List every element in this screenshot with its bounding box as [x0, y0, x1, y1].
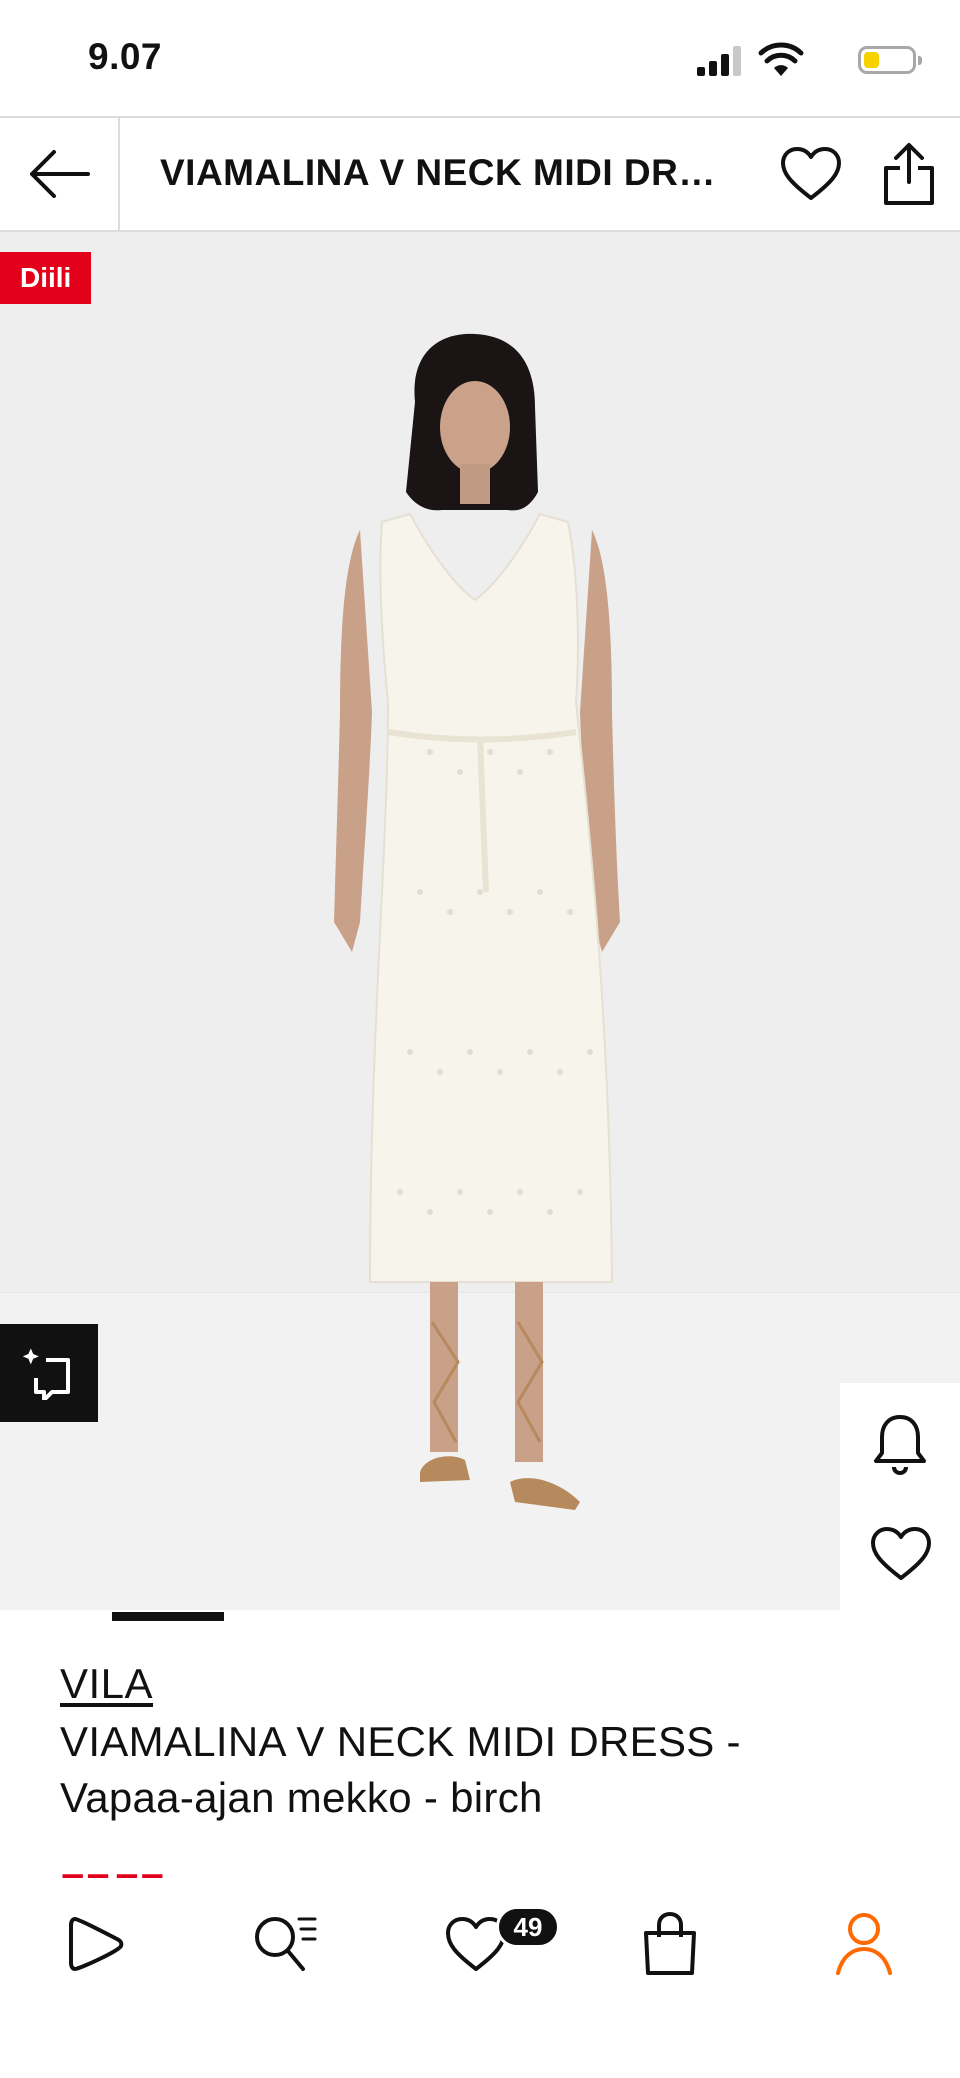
- status-time: 9.07: [88, 36, 163, 77]
- wifi-icon: [758, 42, 804, 76]
- status-bar: 9.07: [0, 0, 960, 116]
- back-button[interactable]: [0, 118, 120, 230]
- similar-items-icon: [22, 1348, 70, 1400]
- header-title: VIAMALINA V NECK MIDI DRESS - Vapaa-ajan…: [160, 152, 740, 193]
- price-peek: ■■ ■■: [60, 1866, 260, 1878]
- nav-search[interactable]: [246, 1904, 326, 1984]
- product-name-line2: Vapaa-ajan mekko - birch: [60, 1774, 543, 1821]
- battery-icon: [858, 46, 922, 74]
- find-similar-button[interactable]: [0, 1324, 98, 1422]
- bottom-nav: 49: [0, 1878, 960, 2078]
- person-icon: [836, 1913, 892, 1975]
- heart-outline-icon[interactable]: [780, 146, 842, 202]
- shopping-bag-icon: [644, 1911, 696, 1975]
- brand-link[interactable]: VILA: [60, 1660, 153, 1708]
- product-header: VIAMALINA V NECK MIDI DRESS - Vapaa-ajan…: [0, 116, 960, 232]
- home-indicator: [340, 2054, 620, 2064]
- wishlist-count-badge: 49: [496, 1906, 560, 1948]
- price-partial: ■■ ■■: [60, 1866, 165, 1878]
- product-photo-model: [334, 333, 620, 1510]
- nav-profile[interactable]: [824, 1904, 904, 1984]
- battery-level: [864, 52, 879, 68]
- signal-icon: [697, 46, 741, 76]
- deal-badge: Diili: [0, 252, 92, 304]
- product-name-line1: VIAMALINA V NECK MIDI DRESS -: [60, 1718, 741, 1765]
- search-list-icon: [255, 1917, 317, 1971]
- status-icons: [656, 40, 922, 80]
- share-icon[interactable]: [880, 142, 938, 206]
- nav-cart[interactable]: [630, 1904, 710, 1984]
- nav-home[interactable]: [56, 1904, 136, 1984]
- product-image-carousel[interactable]: Diili: [0, 232, 960, 1610]
- bell-icon[interactable]: [872, 1413, 928, 1475]
- play-icon: [69, 1917, 124, 1971]
- product-name: VIAMALINA V NECK MIDI DRESS - Vapaa-ajan…: [60, 1714, 900, 1826]
- carousel-indicator: [112, 1612, 224, 1621]
- heart-outline-icon[interactable]: [870, 1525, 932, 1583]
- side-actions: [840, 1383, 960, 1619]
- arrow-left-icon: [30, 150, 90, 198]
